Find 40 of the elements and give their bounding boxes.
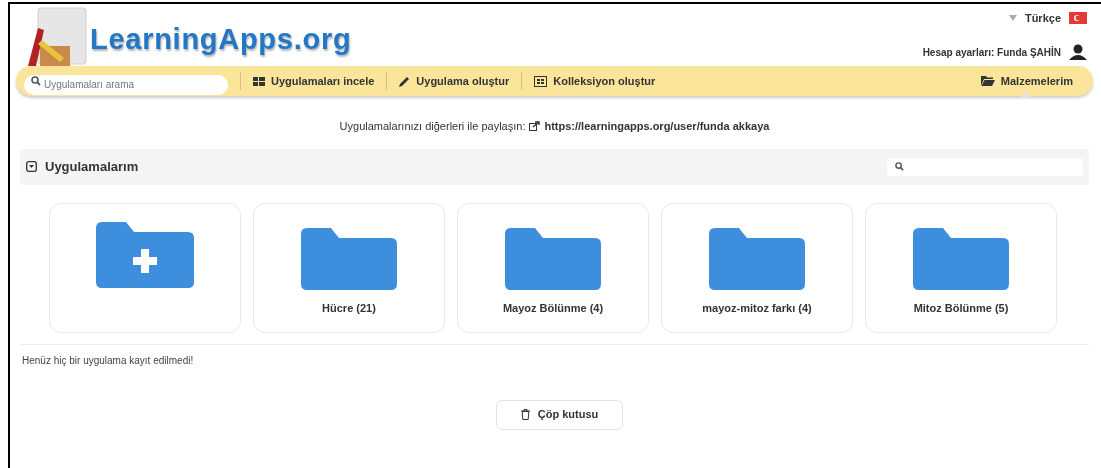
collapse-icon[interactable] — [26, 161, 37, 172]
nav-tab[interactable]: Uygulama oluştur — [387, 66, 522, 96]
folder-search-field[interactable] — [887, 157, 1083, 176]
account-settings-link[interactable]: Hesap ayarları: Funda ŞAHİN — [922, 44, 1061, 60]
folder-name: mayoz-mitoz farkı (4) — [702, 300, 812, 316]
nav-tab[interactable]: Uygulamaları incele — [241, 66, 387, 96]
folder-card[interactable]: Hücre (21) — [253, 202, 445, 333]
trash-icon — [520, 409, 530, 420]
search-icon — [31, 76, 41, 86]
folder-name: Mitoz Bölünme (5) — [913, 300, 1009, 316]
folder-icon — [913, 227, 1009, 290]
dropdown-icon[interactable] — [1008, 15, 1017, 22]
site-logo[interactable]: LearningApps.org — [90, 18, 352, 62]
panel-title: Uygulamalarım — [45, 157, 139, 176]
collection-icon — [534, 75, 548, 87]
nav-tab[interactable]: Malzemelerim — [968, 66, 1085, 96]
folder-name: Hücre (21) — [322, 300, 376, 316]
folder-card[interactable]: mayoz-mitoz farkı (4) — [661, 202, 853, 333]
folder-add-icon — [96, 221, 194, 288]
folder-icon — [709, 227, 805, 290]
new-folder-card[interactable] — [49, 202, 241, 333]
folder-name: Mayoz Bölünme (4) — [502, 300, 604, 316]
flag-icon — [1069, 12, 1087, 25]
pencil-icon — [399, 75, 411, 87]
language-selector[interactable]: Türkçe — [1024, 10, 1061, 27]
folder-icon — [301, 227, 397, 290]
share-text: Uygulamalarınızı diğerleri ile paylaşın: — [339, 119, 526, 134]
user-icon[interactable] — [1069, 44, 1087, 60]
search-field[interactable]: Uygulamaları arama — [24, 74, 228, 95]
share-icon — [529, 121, 541, 132]
empty-message: Henüz hiç bir uygulama kayıt edilmedi! — [22, 353, 195, 368]
trash-button[interactable]: Çöp kutusu — [496, 399, 623, 430]
grid-icon — [253, 76, 265, 86]
folder-card[interactable]: Mitoz Bölünme (5) — [865, 202, 1057, 333]
folder-card[interactable]: Mayoz Bölünme (4) — [457, 202, 649, 333]
search-icon — [895, 162, 904, 171]
folder-icon — [980, 76, 995, 86]
profile-link[interactable]: https://learningapps.org/user/funda akkaya — [544, 118, 770, 135]
nav-tab[interactable]: Kolleksiyon oluştur — [522, 66, 668, 96]
folder-icon — [505, 227, 601, 290]
